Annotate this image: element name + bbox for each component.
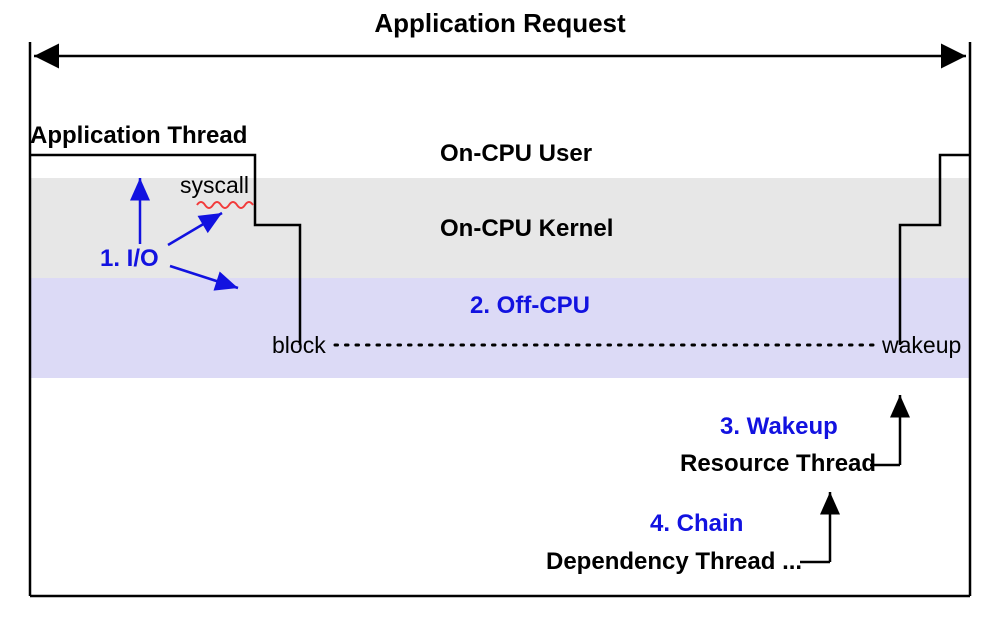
diagram-stage: Application Request Application Thread s… [0,0,1000,622]
chain-label: 4. Chain [650,510,743,538]
dependency-thread-label: Dependency Thread ... [546,548,802,576]
chain-arrow-svg [0,0,1000,622]
